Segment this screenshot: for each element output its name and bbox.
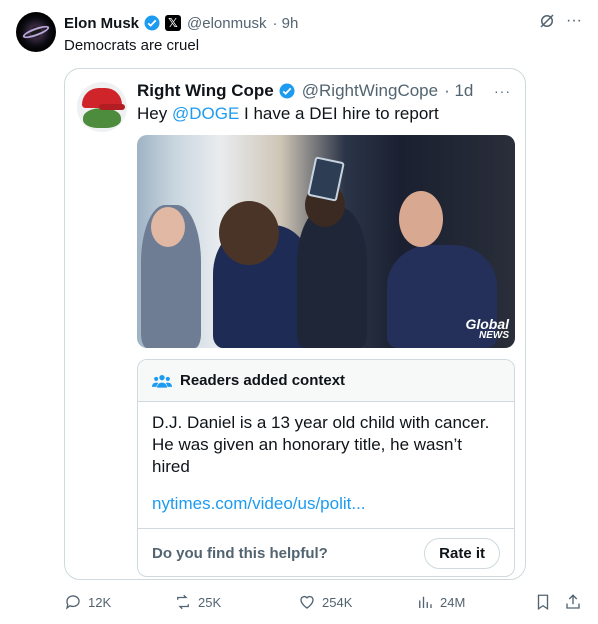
verified-badge-icon (144, 15, 160, 31)
global-news-logo: Global NEWS (465, 317, 509, 342)
quote-text: Hey @DOGE I have a DEI hire to report (137, 104, 439, 124)
repost-icon (177, 594, 189, 610)
views-chart-icon (419, 596, 432, 608)
helpful-question: Do you find this helpful? (152, 545, 328, 562)
source-link[interactable]: nytimes.com/video/us/polit... (152, 494, 366, 514)
photo-person-head (219, 201, 279, 265)
community-note-body: D.J. Daniel is a 13 year old child with … (152, 413, 490, 476)
like-count: 254K (322, 594, 353, 610)
quote-text-end: I have a DEI hire to report (239, 104, 439, 123)
tweet-actions: 12K 25K 254K 24M (64, 590, 584, 614)
quote-author-handle[interactable]: @RightWingCope (302, 81, 438, 101)
reply-button[interactable]: 12K (64, 590, 111, 614)
quote-avatar[interactable] (77, 82, 127, 132)
community-note-footer: Do you find this helpful? Rate it (138, 528, 514, 576)
rate-it-button[interactable]: Rate it (424, 538, 500, 569)
heart-icon (300, 595, 314, 609)
repost-count: 25K (198, 594, 222, 610)
more-options-icon[interactable]: ··· (494, 83, 511, 99)
quote-author-name[interactable]: Right Wing Cope (137, 81, 274, 101)
bookmark-icon (537, 594, 549, 611)
avatar[interactable] (16, 12, 56, 52)
reply-icon (65, 595, 80, 610)
quote-text-start: Hey (137, 104, 172, 123)
x-affiliate-icon: 𝕏 (165, 15, 182, 31)
community-note-header: Readers added context (138, 360, 514, 402)
grok-icon[interactable] (538, 12, 556, 30)
tweet-author-row: Elon Musk 𝕏 @elonmusk · 9h (64, 13, 298, 33)
repost-button[interactable]: 25K (174, 590, 221, 614)
author-name[interactable]: Elon Musk (64, 15, 139, 32)
community-note: Readers added context D.J. Daniel is a 1… (137, 359, 515, 577)
mention-link[interactable]: @DOGE (172, 104, 239, 123)
tweet-top-icons: ··· (538, 12, 582, 30)
quoted-tweet[interactable]: Right Wing Cope @RightWingCope · 1d ··· … (64, 68, 526, 580)
like-button[interactable]: 254K (298, 590, 352, 614)
reply-count: 12K (88, 594, 112, 610)
photo-person (297, 207, 367, 348)
tweet-text: Democrats are cruel (64, 37, 200, 54)
views-button[interactable]: 24M (416, 590, 465, 614)
photo-person-head (151, 207, 185, 247)
author-handle[interactable]: @elonmusk (187, 15, 266, 32)
share-button[interactable] (564, 590, 582, 614)
views-count: 24M (440, 594, 466, 610)
people-icon (152, 374, 172, 388)
share-icon (566, 594, 580, 609)
verified-badge-icon (279, 83, 295, 99)
quote-photo[interactable]: Global NEWS (137, 135, 515, 348)
bookmark-button[interactable] (534, 590, 552, 614)
photo-person-head (399, 191, 443, 247)
quote-time[interactable]: · 1d (444, 81, 473, 101)
quote-author-row: Right Wing Cope @RightWingCope · 1d (137, 81, 473, 101)
community-note-title: Readers added context (180, 372, 346, 389)
more-options-icon[interactable]: ··· (566, 12, 582, 30)
tweet-time[interactable]: · 9h (272, 15, 298, 32)
